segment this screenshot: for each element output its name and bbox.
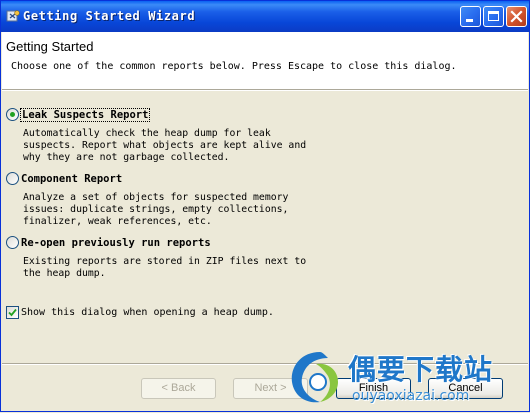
page-description: Choose one of the common reports below. … bbox=[11, 61, 457, 72]
watermark: 偶要下载站 ouyaoxiazai.com bbox=[286, 344, 530, 413]
option-label[interactable]: Component Report bbox=[21, 173, 122, 185]
app-icon bbox=[6, 9, 20, 23]
checkmark-icon bbox=[8, 308, 17, 317]
wizard-window: Getting Started Wizard Getting Started C… bbox=[0, 0, 530, 412]
description-line: suspects. Report what objects are kept a… bbox=[23, 140, 307, 151]
maximize-icon bbox=[488, 11, 499, 21]
description-line: issues: duplicate strings, empty collect… bbox=[23, 204, 289, 215]
watermark-site-name: 偶要下载站 bbox=[348, 353, 494, 386]
description-line: why they are not garbage collected. bbox=[23, 152, 230, 163]
radio-component-report[interactable] bbox=[6, 172, 19, 185]
description-line: Analyze a set of objects for suspected m… bbox=[23, 192, 289, 203]
show-dialog-label[interactable]: Show this dialog when opening a heap dum… bbox=[21, 307, 274, 318]
watermark-logo-icon bbox=[291, 352, 338, 403]
option-label[interactable]: Leak Suspects Report bbox=[19, 108, 151, 122]
option-description: Existing reports are stored in ZIP files… bbox=[23, 256, 343, 280]
description-line: finalizer, weak references, etc. bbox=[23, 216, 212, 227]
show-dialog-checkbox[interactable] bbox=[6, 306, 19, 319]
wizard-content: Leak Suspects Report Automatically check… bbox=[2, 91, 528, 361]
title-bar[interactable]: Getting Started Wizard bbox=[1, 1, 529, 32]
watermark-url: ouyaoxiazai.com bbox=[352, 388, 470, 404]
close-icon bbox=[510, 10, 523, 23]
description-line: Automatically check the heap dump for le… bbox=[23, 128, 271, 139]
option-description: Analyze a set of objects for suspected m… bbox=[23, 192, 343, 228]
description-line: the heap dump. bbox=[23, 268, 106, 279]
page-title: Getting Started bbox=[6, 39, 94, 54]
close-button[interactable] bbox=[506, 6, 527, 27]
option-label[interactable]: Re-open previously run reports bbox=[21, 237, 211, 249]
radio-reopen-reports[interactable] bbox=[6, 236, 19, 249]
window-title: Getting Started Wizard bbox=[23, 9, 196, 23]
description-line: Existing reports are stored in ZIP files… bbox=[23, 256, 307, 267]
option-description: Automatically check the heap dump for le… bbox=[23, 128, 343, 164]
radio-leak-suspects[interactable] bbox=[6, 108, 19, 121]
header-banner: Getting Started Choose one of the common… bbox=[2, 32, 528, 90]
maximize-button[interactable] bbox=[483, 6, 504, 27]
minimize-button[interactable] bbox=[460, 6, 481, 27]
minimize-icon bbox=[466, 19, 473, 22]
back-button[interactable]: < Back bbox=[141, 378, 216, 399]
